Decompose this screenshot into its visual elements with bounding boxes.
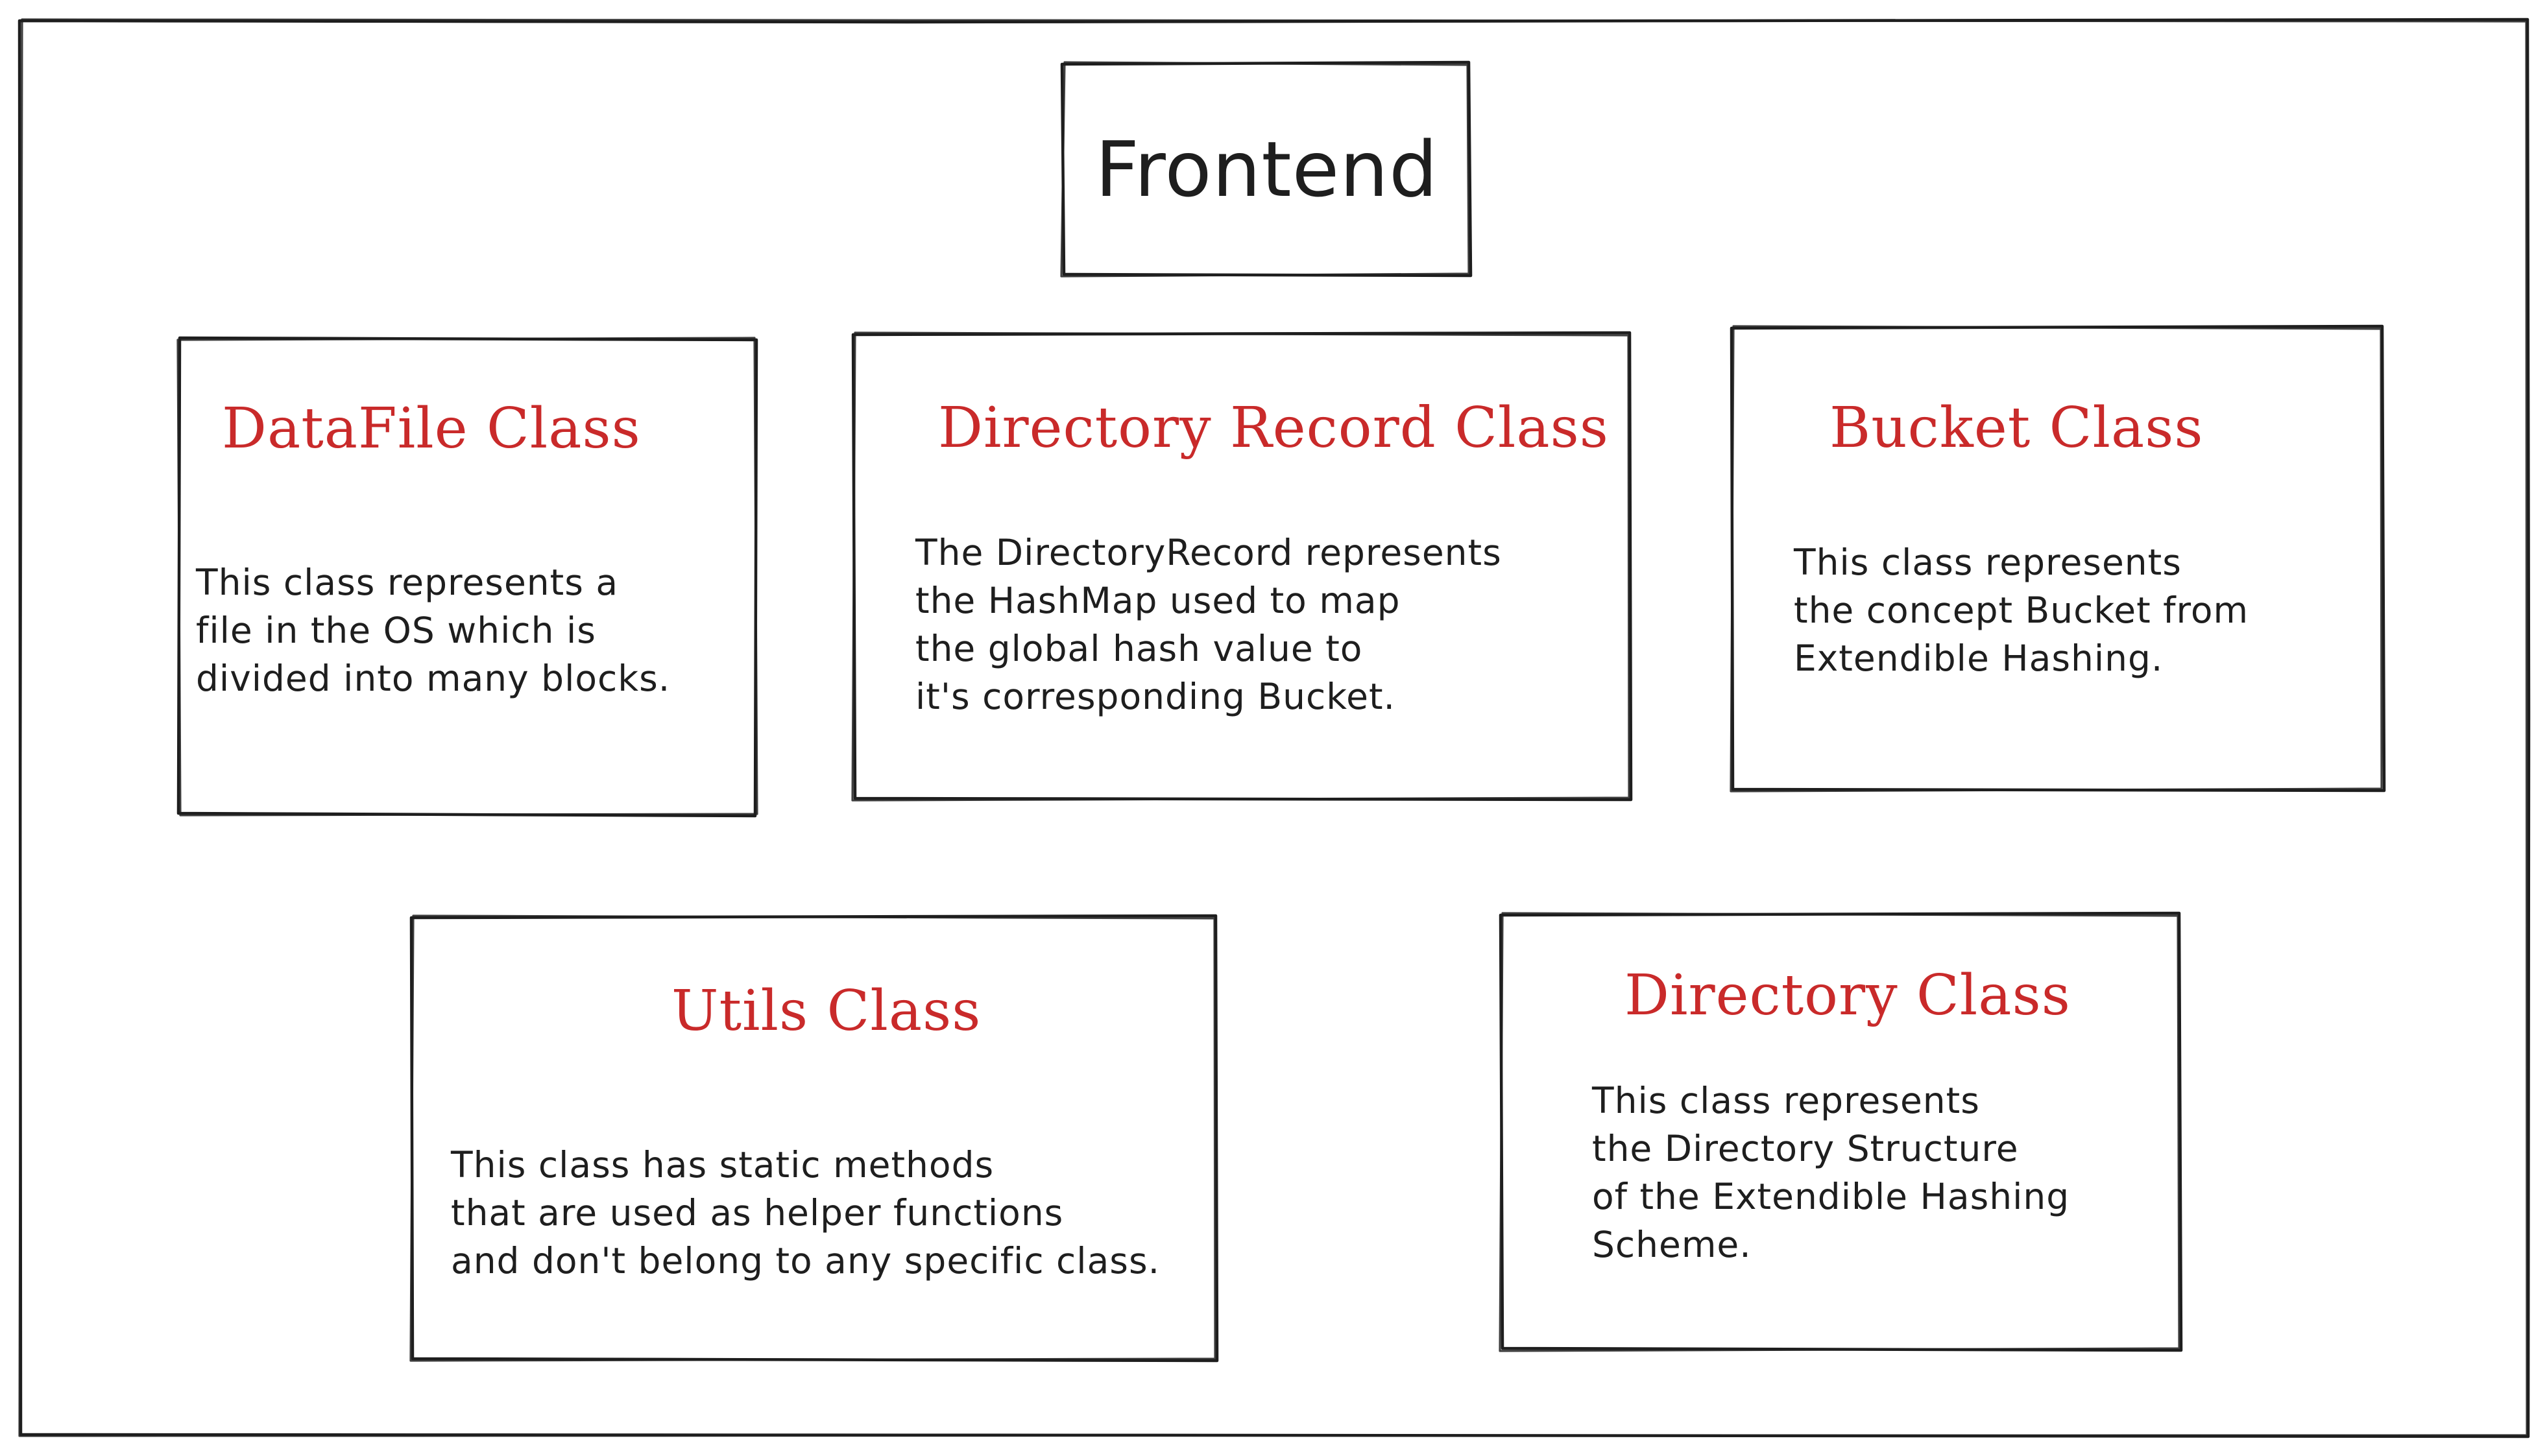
directory-class-node: Directory Class This class represents th… <box>1501 914 2179 1350</box>
diagram-canvas: Frontend DataFile Class This class repre… <box>0 0 2547 1456</box>
description-line: Extendible Hashing. <box>1794 638 2164 679</box>
frontend-label: Frontend <box>1095 125 1438 214</box>
description-line: the Directory Structure <box>1592 1128 2019 1169</box>
directory-record-class-node: Directory Record Class The DirectoryReco… <box>854 334 1630 800</box>
datafile-class-description: This class represents a file in the OS w… <box>196 558 670 702</box>
bucket-class-node: Bucket Class This class represents the c… <box>1732 328 2382 791</box>
directory-record-class-title: Directory Record Class <box>938 396 1609 460</box>
description-line: This class represents <box>1592 1080 1980 1121</box>
description-line: the concept Bucket from <box>1794 590 2249 631</box>
description-line: This class has static methods <box>451 1144 995 1186</box>
description-line: Scheme. <box>1592 1224 1752 1265</box>
directory-class-title: Directory Class <box>1624 963 2071 1028</box>
description-line: the global hash value to <box>915 628 1363 669</box>
utils-class-node: Utils Class This class has static method… <box>412 917 1216 1360</box>
utils-class-description: This class has static methods that are u… <box>451 1141 1160 1285</box>
description-line: it's corresponding Bucket. <box>915 676 1396 717</box>
description-line: file in the OS which is <box>196 610 596 651</box>
directory-record-class-description: The DirectoryRecord represents the HashM… <box>915 529 1502 721</box>
description-line: and don't belong to any specific class. <box>451 1240 1161 1282</box>
datafile-class-title: DataFile Class <box>222 396 641 461</box>
description-line: This class represents <box>1794 542 2182 583</box>
description-line: the HashMap used to map <box>915 580 1401 621</box>
datafile-class-node: DataFile Class This class represents a f… <box>180 338 756 815</box>
directory-class-description: This class represents the Directory Stru… <box>1592 1077 2070 1269</box>
bucket-class-description: This class represents the concept Bucket… <box>1794 538 2249 682</box>
description-line: This class represents a <box>196 562 619 603</box>
description-line: The DirectoryRecord represents <box>915 532 1502 573</box>
description-line: of the Extendible Hashing <box>1592 1176 2070 1217</box>
bucket-class-title: Bucket Class <box>1829 396 2204 460</box>
description-line: that are used as helper functions <box>451 1192 1064 1234</box>
frontend-node: Frontend <box>1064 64 1469 275</box>
description-line: divided into many blocks. <box>196 658 671 699</box>
utils-class-title: Utils Class <box>671 979 982 1044</box>
